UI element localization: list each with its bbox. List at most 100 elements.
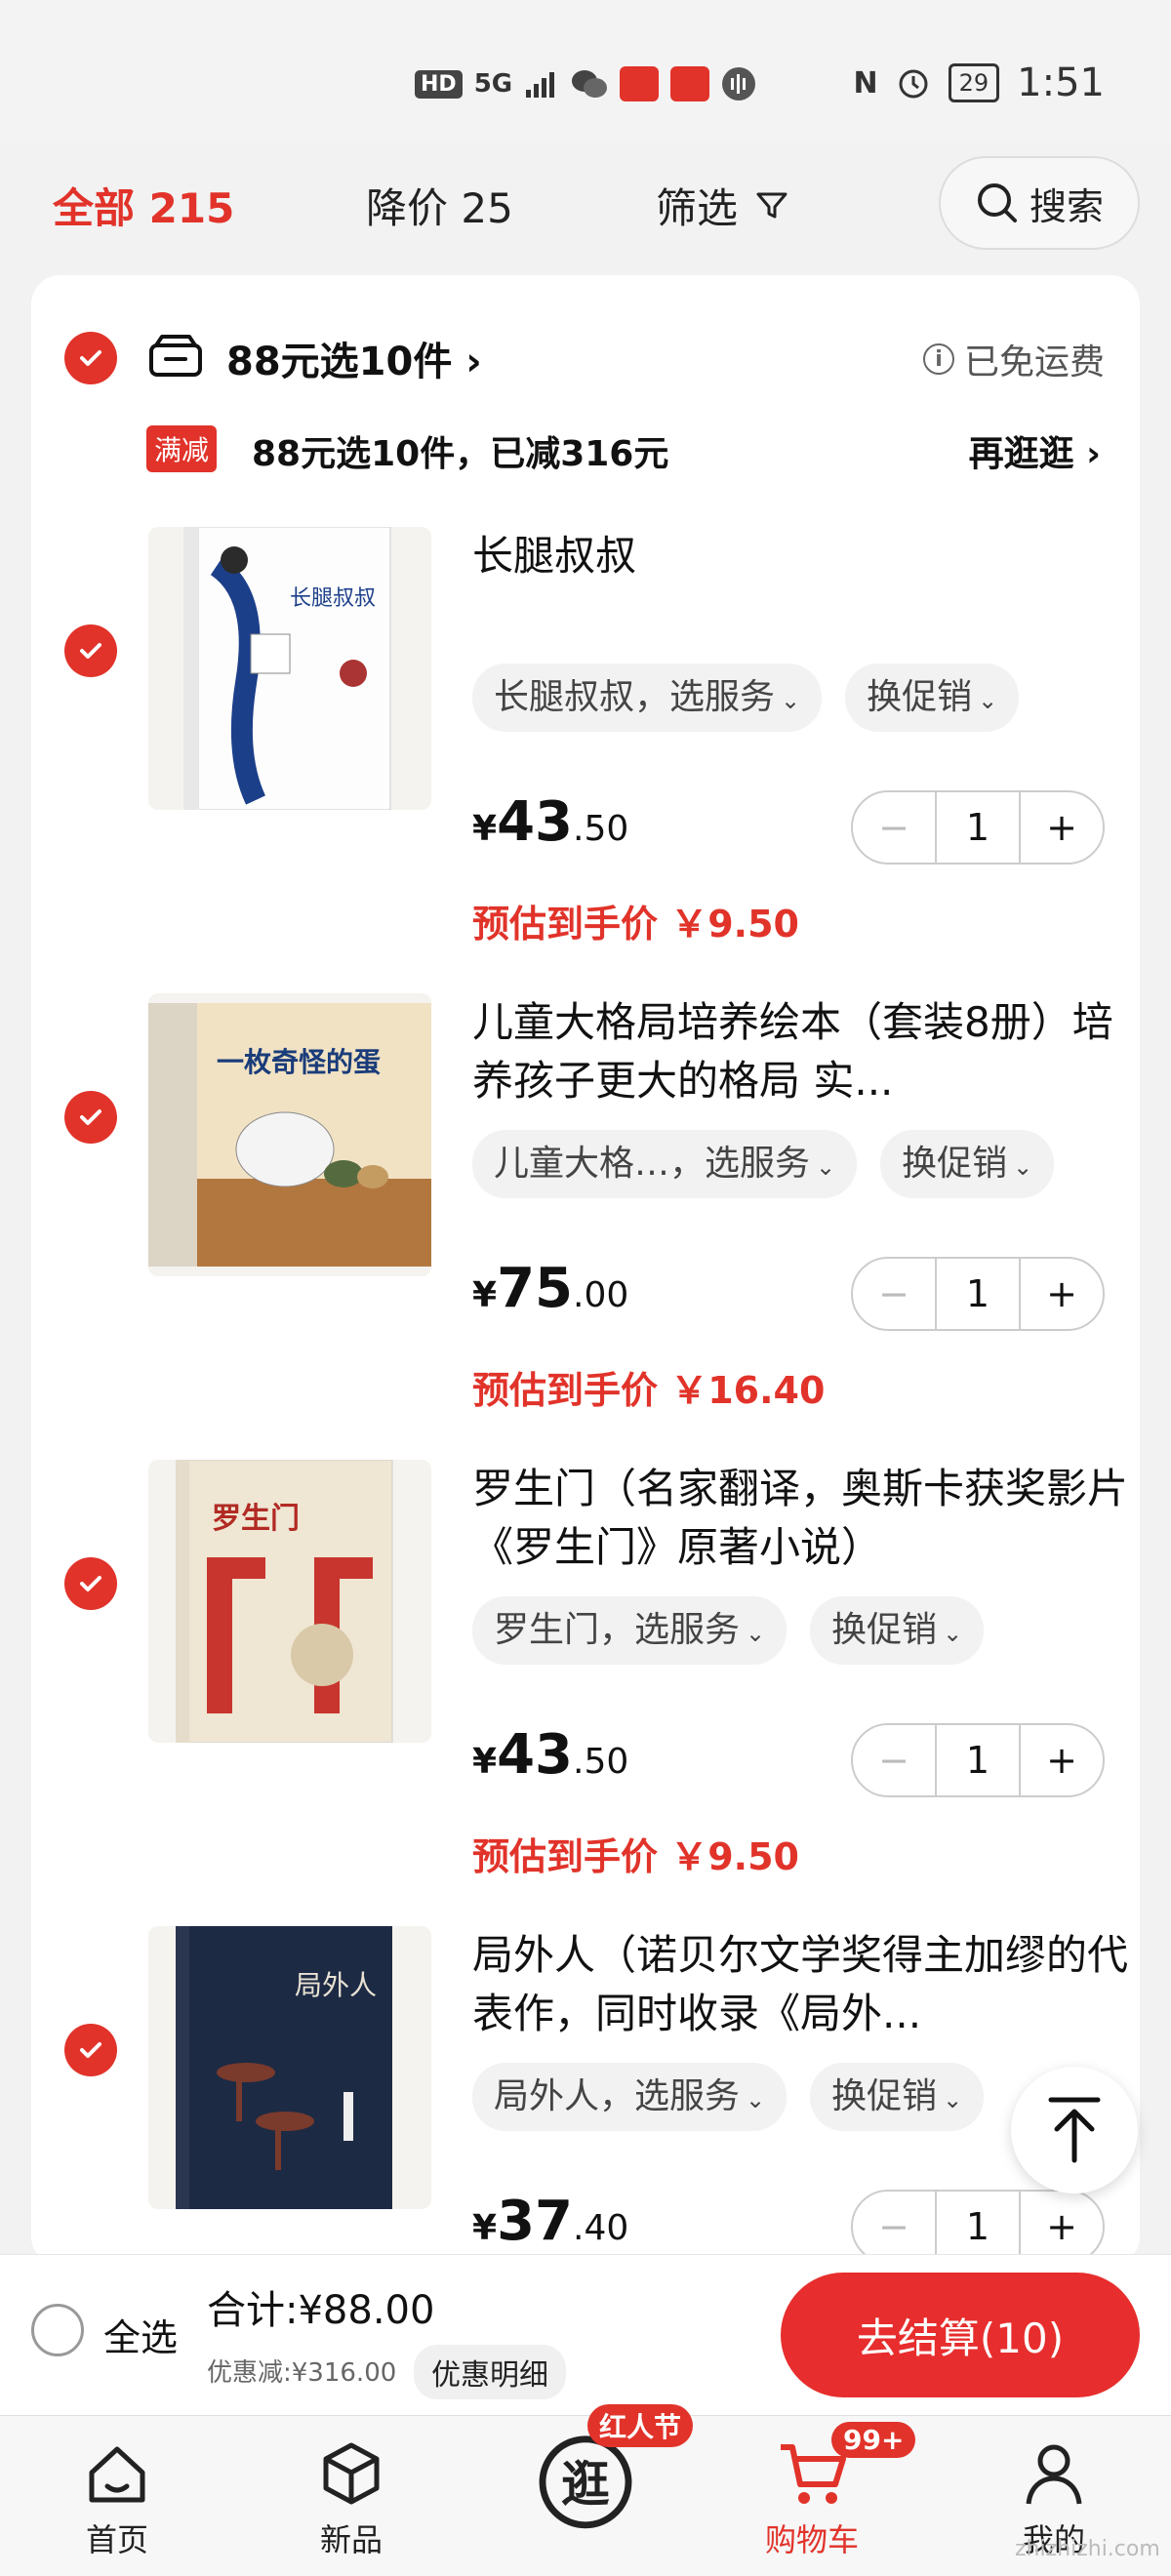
decrease-quantity-button[interactable]: −: [853, 792, 937, 863]
checkout-button[interactable]: 去结算(10): [781, 2273, 1140, 2397]
store-name[interactable]: 88元选10件 ›: [226, 330, 482, 386]
product-title[interactable]: 罗生门（名家翻译，奥斯卡获奖影片《罗生门》原著小说）: [472, 1460, 1136, 1577]
product-title[interactable]: 局外人（诺贝尔文学奖得主加缪的代表作，同时收录《局外...: [472, 1926, 1136, 2043]
cover-title: 局外人: [295, 1969, 377, 2001]
chevron-down-icon: ⌄: [746, 1620, 766, 1647]
discount-amount: 优惠减:¥316.00: [207, 2358, 397, 2388]
book-cover-image: 罗生门: [176, 1460, 393, 1743]
cart-item: 一枚奇怪的蛋 儿童大格局培养绘本（套装8册）培养孩子更大的格局 实... 儿童大…: [31, 993, 1140, 1442]
change-promo-chip[interactable]: 换促销 ⌄: [880, 1130, 1055, 1198]
product-image[interactable]: 罗生门: [148, 1460, 431, 1743]
product-title[interactable]: 儿童大格局培养绘本（套装8册）培养孩子更大的格局 实...: [472, 993, 1136, 1110]
product-price: ¥43.50: [472, 790, 628, 854]
tab-price-drop[interactable]: 降价 25: [366, 176, 513, 235]
checkout-bar: 全选 合计:¥88.00 优惠减:¥316.00 优惠明细 去结算(10): [0, 2254, 1171, 2415]
chevron-right-icon: ›: [1086, 434, 1101, 474]
change-promo-label: 换促销: [831, 2076, 938, 2116]
chevron-down-icon: ⌄: [978, 687, 998, 714]
tab-all[interactable]: 全部 215: [53, 176, 234, 235]
check-icon: [80, 350, 101, 366]
clock: 1:51: [1017, 60, 1105, 105]
decrease-quantity-button[interactable]: −: [853, 2192, 937, 2262]
info-icon: i: [922, 343, 954, 375]
price-decimal: .40: [573, 2208, 629, 2248]
service-chip-label: 罗生门，选服务: [494, 1610, 741, 1650]
product-image[interactable]: 局外人: [148, 1926, 431, 2209]
price-decimal: .50: [573, 1742, 629, 1782]
service-chip[interactable]: 罗生门，选服务 ⌄: [472, 1596, 787, 1665]
price-integer: 43: [497, 1723, 573, 1787]
quantity-stepper: − 1 +: [851, 1257, 1105, 1331]
currency-symbol: ¥: [472, 1275, 498, 1315]
decrease-quantity-button[interactable]: −: [853, 1259, 937, 1329]
back-to-top-button[interactable]: [1011, 2067, 1138, 2194]
network-5g-indicator: 5G: [473, 69, 513, 99]
status-left-icons: HD 5G: [415, 66, 756, 101]
increase-quantity-button[interactable]: +: [1019, 2192, 1103, 2262]
quantity-value[interactable]: 1: [937, 2192, 1019, 2262]
hd-indicator: HD: [415, 69, 463, 99]
select-all-checkbox[interactable]: [31, 2304, 84, 2356]
select-all-label[interactable]: 全选: [103, 2308, 178, 2361]
search-label: 搜索: [1029, 184, 1104, 228]
price-integer: 43: [497, 790, 573, 854]
increase-quantity-button[interactable]: +: [1019, 792, 1103, 863]
status-right-icons: N 29 1:51: [854, 60, 1105, 105]
search-button[interactable]: 搜索: [939, 156, 1140, 250]
change-promo-chip[interactable]: 换促销 ⌄: [810, 1596, 985, 1665]
service-chip[interactable]: 儿童大格…，选服务 ⌄: [472, 1130, 858, 1198]
store-checkbox[interactable]: [64, 332, 117, 384]
item-checkbox[interactable]: [64, 624, 117, 677]
cart-item: 局外人 局外人（诺贝尔文学奖得主加缪的代表作，同时收录《局外... 局外人，选服…: [31, 1926, 1140, 2266]
discount-detail-button[interactable]: 优惠明细: [414, 2345, 566, 2399]
item-checkbox[interactable]: [64, 2024, 117, 2076]
promo-tag: 满减: [146, 425, 218, 472]
price-decimal: .00: [573, 1275, 629, 1315]
product-title[interactable]: 长腿叔叔: [472, 527, 1136, 585]
product-price: ¥75.00: [472, 1257, 628, 1320]
increase-quantity-button[interactable]: +: [1019, 1725, 1103, 1795]
quantity-value[interactable]: 1: [937, 1725, 1019, 1795]
book-cover-image: 长腿叔叔: [183, 527, 391, 810]
filter-button[interactable]: 筛选: [656, 176, 788, 235]
quantity-value[interactable]: 1: [937, 792, 1019, 863]
book-cover-image: 一枚奇怪的蛋: [148, 1003, 431, 1267]
quantity-stepper: − 1 +: [851, 2190, 1105, 2264]
change-promo-chip[interactable]: 换促销 ⌄: [845, 664, 1020, 732]
decrease-quantity-button[interactable]: −: [853, 1725, 937, 1795]
item-checkbox[interactable]: [64, 1091, 117, 1144]
bottom-tab-bar: 首页 新品 逛 红人节 购物车 99+ 我的: [0, 2404, 1171, 2576]
product-image[interactable]: 一枚奇怪的蛋: [148, 993, 431, 1276]
alarm-icon: [899, 69, 928, 99]
watermark: zhizhizhi.com: [1015, 2537, 1160, 2561]
estimated-price: 预估到手价 ￥9.50: [472, 903, 799, 946]
chevron-down-icon: ⌄: [1013, 1153, 1033, 1181]
tab-new[interactable]: 新品: [273, 2435, 429, 2560]
quantity-value[interactable]: 1: [937, 1259, 1019, 1329]
chevron-down-icon: ⌄: [781, 687, 801, 714]
product-image[interactable]: 长腿叔叔: [148, 527, 431, 810]
chevron-down-icon: ⌄: [943, 1620, 963, 1647]
cart-item: 罗生门 罗生门（名家翻译，奥斯卡获奖影片《罗生门》原著小说） 罗生门，选服务 ⌄ …: [31, 1460, 1140, 1909]
shipping-info[interactable]: i 已免运费: [922, 334, 1105, 384]
option-chips: 局外人，选服务 ⌄ 换促销 ⌄: [472, 2063, 985, 2131]
item-checkbox[interactable]: [64, 1557, 117, 1610]
change-promo-label: 换促销: [902, 1144, 1008, 1184]
service-chip[interactable]: 长腿叔叔，选服务 ⌄: [472, 664, 823, 732]
browse-more-link[interactable]: 再逛逛 ›: [969, 425, 1101, 476]
option-chips: 罗生门，选服务 ⌄ 换促销 ⌄: [472, 1596, 985, 1665]
cart-filter-bar: 全部 215 降价 25 筛选 搜索: [0, 146, 1171, 273]
filter-label: 筛选: [656, 184, 739, 232]
service-chip[interactable]: 局外人，选服务 ⌄: [472, 2063, 787, 2131]
promo-row[interactable]: 满减 88元选10件，已减316元 再逛逛 ›: [31, 422, 1140, 480]
store-header: 88元选10件 › i 已免运费: [31, 324, 1140, 392]
tab-home[interactable]: 首页: [39, 2435, 195, 2560]
increase-quantity-button[interactable]: +: [1019, 1259, 1103, 1329]
festival-badge: 红人节: [587, 2404, 694, 2447]
change-promo-label: 换促销: [831, 1610, 938, 1650]
change-promo-chip[interactable]: 换促销 ⌄: [810, 2063, 985, 2131]
service-chip-label: 长腿叔叔，选服务: [494, 677, 776, 717]
tab-home-label: 首页: [85, 2521, 148, 2558]
stroll-glyph: 逛: [561, 2456, 610, 2513]
promo-text: 88元选10件，已减316元: [252, 434, 669, 474]
